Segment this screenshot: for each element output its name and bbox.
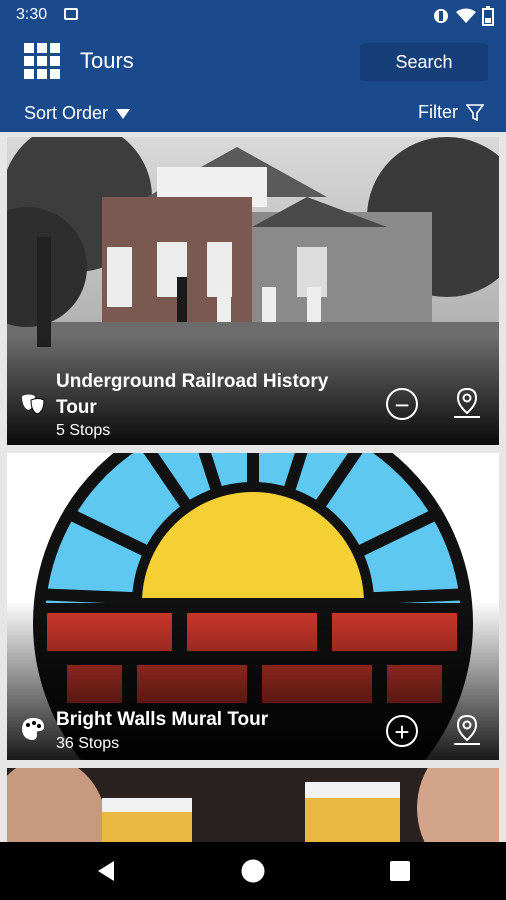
sort-order-dropdown[interactable]: Sort Order xyxy=(24,103,131,124)
search-button[interactable]: Search xyxy=(360,43,488,81)
home-icon[interactable] xyxy=(240,858,266,884)
status-time: 3:30 xyxy=(16,6,48,23)
map-pin-icon[interactable] xyxy=(449,385,485,421)
map-pin-icon[interactable] xyxy=(449,712,485,748)
page-title: Tours xyxy=(80,48,134,73)
caret-down-icon xyxy=(116,108,131,119)
apps-grid-icon[interactable] xyxy=(24,43,60,79)
filter-label: Filter xyxy=(418,102,458,122)
tour-photo-beer xyxy=(7,768,499,842)
status-bar: 3:30 xyxy=(0,0,506,30)
do-not-disturb-icon xyxy=(434,9,448,23)
system-nav-bar xyxy=(0,842,506,900)
tour-card[interactable]: Underground Railroad History Tour 5 Stop… xyxy=(7,137,499,445)
tour-title: Underground Railroad History Tour xyxy=(56,371,329,418)
battery-icon xyxy=(482,6,494,26)
image-notification-icon xyxy=(64,8,78,20)
filter-button[interactable]: Filter xyxy=(418,102,484,123)
sort-filter-bar: Sort Order Filter xyxy=(0,92,506,132)
back-icon[interactable] xyxy=(96,860,116,882)
tour-stops: 36 Stops xyxy=(56,735,120,752)
recents-icon[interactable] xyxy=(390,861,410,881)
wifi-icon xyxy=(456,8,476,23)
tour-stops: 5 Stops xyxy=(56,422,111,439)
theater-masks-icon xyxy=(22,394,45,415)
tour-title: Bright Walls Mural Tour xyxy=(56,709,269,730)
sort-order-label: Sort Order xyxy=(24,103,109,123)
palette-icon xyxy=(22,718,44,740)
funnel-icon xyxy=(466,103,484,121)
remove-tour-button[interactable]: − xyxy=(386,388,418,420)
add-tour-button[interactable]: + xyxy=(386,715,418,747)
tour-card[interactable]: Bright Walls Mural Tour 36 Stops + xyxy=(7,453,499,760)
tour-card[interactable] xyxy=(7,768,499,842)
